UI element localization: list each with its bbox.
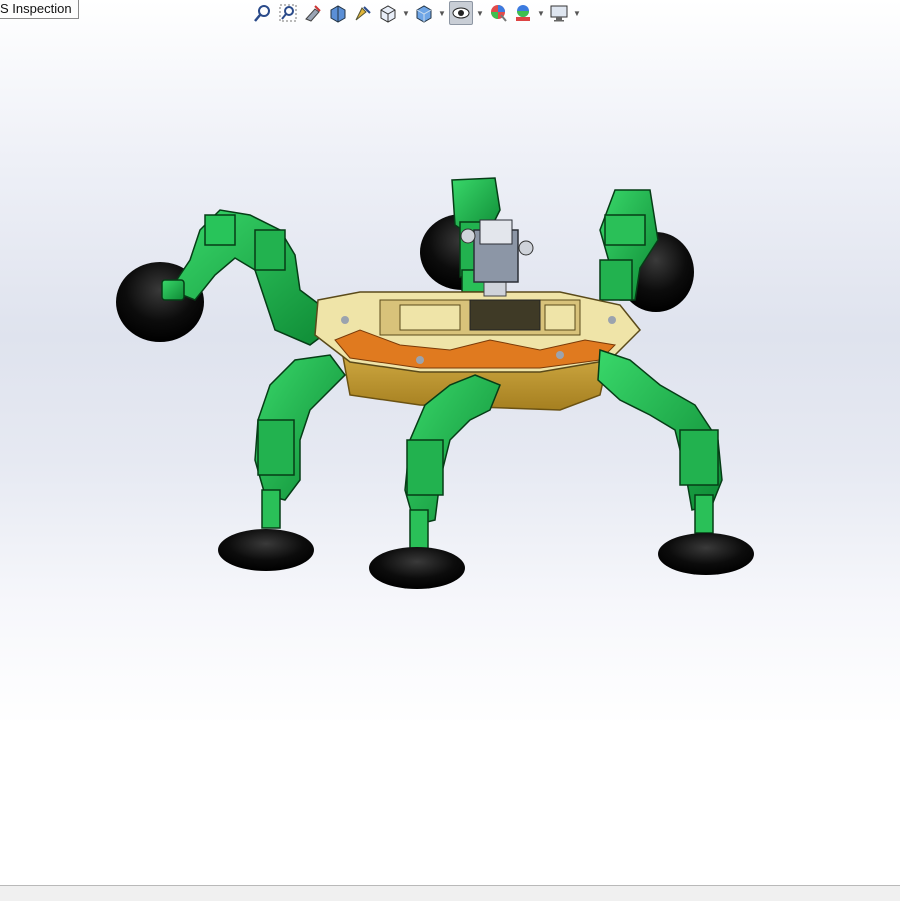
section-view-icon <box>330 5 346 23</box>
hide-show-items-button[interactable] <box>449 1 473 25</box>
zoom-to-fit-icon <box>254 5 270 22</box>
heads-up-view-toolbar: ▼ ▼ ▼ ▼ ▼ <box>252 0 581 26</box>
foot-front-left <box>218 529 314 571</box>
inspection-tab[interactable]: S Inspection <box>0 0 79 19</box>
previous-view-button[interactable] <box>302 2 324 24</box>
apply-scene-button[interactable] <box>512 2 534 24</box>
inspection-tab-label: S Inspection <box>0 1 72 16</box>
edit-appearance-button[interactable] <box>487 2 509 24</box>
edit-appearance-icon <box>491 5 507 22</box>
display-style-dropdown[interactable]: ▼ <box>438 2 446 24</box>
leg-front-right <box>597 348 723 534</box>
view-orientation-icon <box>380 5 396 23</box>
dynamic-annotation-button[interactable] <box>352 2 374 24</box>
zoom-to-area-icon <box>279 4 297 22</box>
section-view-button[interactable] <box>327 2 349 24</box>
dynamic-annotation-icon <box>355 6 371 21</box>
robot-model[interactable] <box>0 0 900 885</box>
hide-show-items-dropdown[interactable]: ▼ <box>476 2 484 24</box>
leg-front-left <box>254 354 346 529</box>
bottom-status-strip <box>0 885 900 901</box>
body-top-plate <box>314 291 642 373</box>
previous-view-icon <box>305 5 321 22</box>
view-settings-dropdown[interactable]: ▼ <box>573 2 581 24</box>
display-style-icon <box>416 5 432 23</box>
foot-front-center <box>369 547 465 589</box>
apply-scene-dropdown[interactable]: ▼ <box>537 2 545 24</box>
apply-scene-icon <box>516 5 530 21</box>
zoom-to-fit-button[interactable] <box>252 2 274 24</box>
graphics-viewport[interactable]: S Inspection ▼ ▼ ▼ ▼ ▼ <box>0 0 900 885</box>
zoom-to-area-button[interactable] <box>277 2 299 24</box>
hide-show-items-icon <box>452 7 470 19</box>
display-style-button[interactable] <box>413 2 435 24</box>
view-orientation-dropdown[interactable]: ▼ <box>402 2 410 24</box>
foot-front-right <box>658 533 754 575</box>
view-settings-button[interactable] <box>548 2 570 24</box>
view-orientation-button[interactable] <box>377 2 399 24</box>
view-settings-icon <box>550 5 568 22</box>
